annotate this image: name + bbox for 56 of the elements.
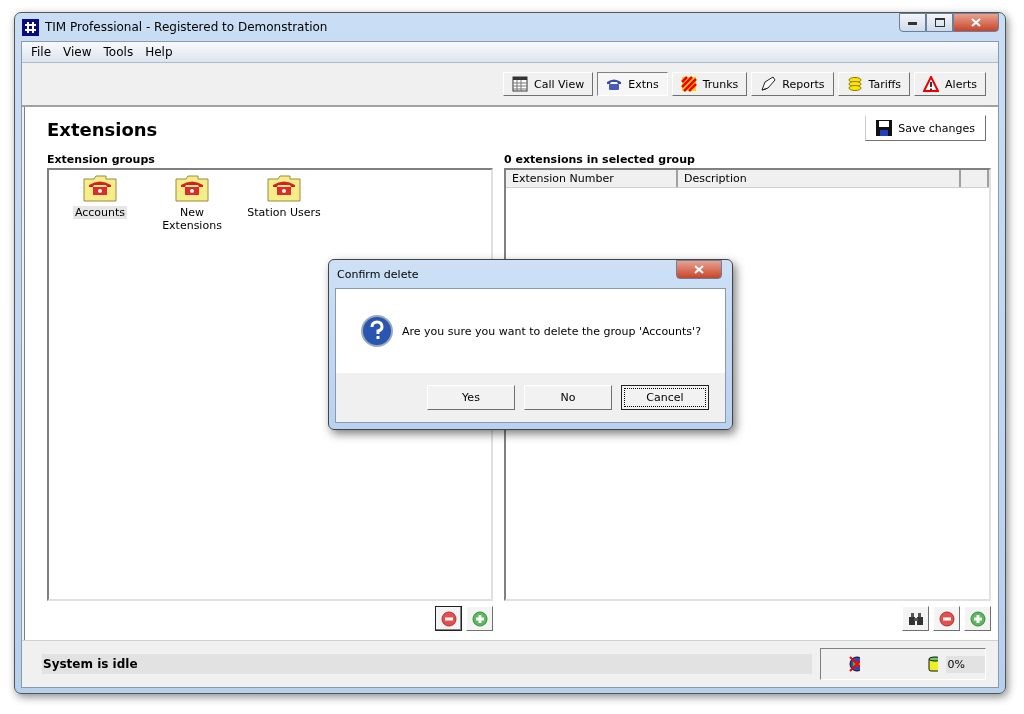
close-button[interactable] — [676, 260, 722, 279]
menu-item[interactable]: View — [57, 45, 98, 59]
toolbar-button[interactable]: Tariffs — [837, 72, 911, 96]
menu-item[interactable]: Help — [139, 45, 179, 59]
column-header[interactable]: Extension Number — [506, 170, 678, 187]
column-header[interactable]: Description — [678, 170, 961, 187]
add-button[interactable] — [466, 606, 493, 631]
menu-item[interactable]: Tools — [97, 45, 140, 59]
maximize-button[interactable] — [926, 13, 953, 32]
page-title: Extensions — [47, 119, 158, 140]
question-icon — [361, 315, 393, 347]
warning-icon — [923, 76, 940, 92]
minimize-button[interactable] — [899, 13, 926, 32]
add-button[interactable] — [964, 606, 991, 631]
remove-icon — [938, 610, 955, 627]
maximize-icon — [934, 18, 945, 27]
app-logo-icon — [22, 18, 39, 36]
menu-item[interactable]: File — [25, 45, 58, 59]
group-label[interactable]: New Extensions — [151, 206, 233, 232]
save-button[interactable]: Save changes — [865, 115, 986, 141]
dialog-message: Are you sure you want to delete the group 'Accounts'? — [402, 324, 701, 338]
table-icon — [512, 76, 529, 92]
remove-button[interactable] — [435, 606, 462, 631]
folder-phone-icon — [175, 174, 209, 202]
minimize-icon — [908, 20, 917, 25]
status-message: System is idle — [42, 654, 812, 674]
toolbar-button[interactable]: Extns — [597, 72, 668, 96]
add-icon — [471, 610, 488, 627]
dialog-title: Confirm delete — [337, 267, 419, 281]
globe-crossed-icon — [849, 656, 860, 672]
folder-phone-icon — [83, 174, 117, 202]
toolbar-button[interactable]: Trunks — [671, 72, 748, 96]
binoculars-icon — [907, 610, 924, 627]
section-label: Extension groups — [47, 153, 156, 168]
dialog-button[interactable]: Yes — [427, 385, 515, 410]
database-icon — [927, 656, 938, 672]
remove-icon — [440, 610, 457, 627]
section-label: 0 extensions in selected group — [504, 153, 696, 168]
window-title: TIM Professional - Registered to Demonstration — [45, 20, 329, 34]
add-icon — [969, 610, 986, 627]
folder-phone-icon — [267, 174, 301, 202]
find-button[interactable] — [902, 606, 929, 631]
striped-icon — [680, 76, 697, 92]
toolbar-button[interactable]: Reports — [751, 72, 834, 96]
dialog-button[interactable]: No — [524, 385, 612, 410]
toolbar-button[interactable]: Alerts — [914, 72, 986, 96]
toolbar-button[interactable]: Call View — [503, 72, 594, 96]
pen-icon — [760, 76, 777, 92]
usage-reading: 0% — [945, 655, 985, 673]
coins-icon — [846, 76, 863, 92]
close-icon — [694, 265, 704, 274]
group-label[interactable]: Station Users — [245, 206, 323, 219]
close-button[interactable] — [953, 13, 999, 32]
dialog-button[interactable]: Cancel — [621, 385, 709, 410]
close-icon — [971, 18, 981, 27]
group-label[interactable]: Accounts — [72, 206, 128, 219]
